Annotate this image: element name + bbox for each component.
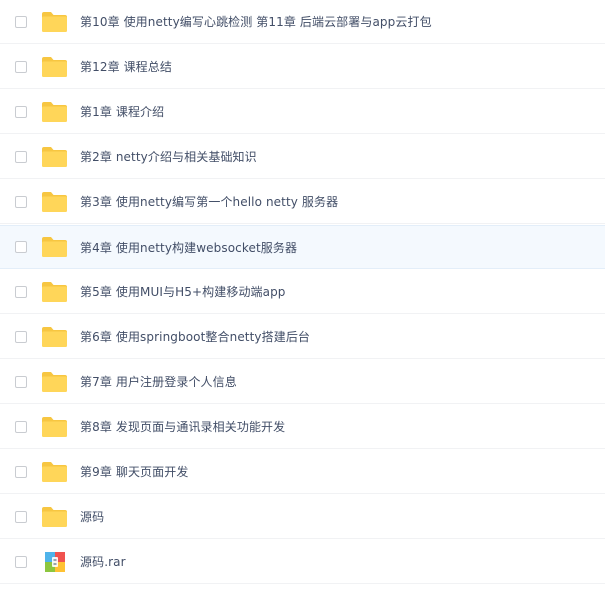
file-name-link[interactable]: 第8章 发现页面与通讯录相关功能开发 [80, 418, 285, 435]
file-name-link[interactable]: 源码.rar [80, 553, 126, 570]
file-name-link[interactable]: 第2章 netty介绍与相关基础知识 [80, 148, 257, 165]
file-row[interactable]: 第12章 课程总结 [0, 45, 605, 89]
folder-icon[interactable] [41, 461, 68, 483]
row-checkbox[interactable] [15, 105, 27, 118]
row-checkbox[interactable] [15, 375, 27, 388]
row-checkbox[interactable] [15, 420, 27, 433]
file-row[interactable]: 第3章 使用netty编写第一个hello netty 服务器 [0, 180, 605, 224]
row-checkbox[interactable] [15, 330, 27, 343]
folder-icon[interactable] [41, 416, 68, 438]
file-name-link[interactable]: 源码 [80, 508, 104, 525]
row-checkbox[interactable] [15, 60, 27, 73]
row-checkbox[interactable] [15, 465, 27, 478]
file-row[interactable]: 第10章 使用netty编写心跳检测 第11章 后端云部署与app云打包 [0, 0, 605, 44]
file-row[interactable]: 源码.rar [0, 540, 605, 584]
row-checkbox[interactable] [15, 150, 27, 163]
file-list: 第10章 使用netty编写心跳检测 第11章 后端云部署与app云打包 第12章… [0, 0, 605, 593]
file-name-link[interactable]: 第4章 使用netty构建websocket服务器 [80, 239, 297, 256]
file-row[interactable]: 源码 [0, 495, 605, 539]
file-row[interactable]: 第5章 使用MUI与H5+构建移动端app [0, 270, 605, 314]
row-checkbox[interactable] [15, 285, 27, 298]
folder-icon[interactable] [41, 326, 68, 348]
folder-icon[interactable] [41, 236, 68, 258]
file-name-link[interactable]: 第6章 使用springboot整合netty搭建后台 [80, 328, 310, 345]
file-name-link[interactable]: 第12章 课程总结 [80, 58, 172, 75]
file-name-link[interactable]: 第5章 使用MUI与H5+构建移动端app [80, 283, 286, 300]
row-checkbox[interactable] [15, 510, 27, 523]
file-row[interactable]: 第4章 使用netty构建websocket服务器 [0, 225, 605, 269]
folder-icon[interactable] [41, 191, 68, 213]
file-name-link[interactable]: 第7章 用户注册登录个人信息 [80, 373, 237, 390]
row-checkbox[interactable] [15, 241, 27, 253]
folder-icon[interactable] [41, 506, 68, 528]
folder-icon[interactable] [41, 11, 68, 33]
file-row[interactable]: 第1章 课程介绍 [0, 90, 605, 134]
row-checkbox[interactable] [15, 15, 27, 28]
folder-icon[interactable] [41, 281, 68, 303]
folder-icon[interactable] [41, 101, 68, 123]
folder-icon[interactable] [41, 371, 68, 393]
file-row[interactable]: 第9章 聊天页面开发 [0, 450, 605, 494]
row-checkbox[interactable] [15, 195, 27, 208]
file-name-link[interactable]: 第9章 聊天页面开发 [80, 463, 188, 480]
file-row[interactable]: 第2章 netty介绍与相关基础知识 [0, 135, 605, 179]
folder-icon[interactable] [41, 56, 68, 78]
file-name-link[interactable]: 第10章 使用netty编写心跳检测 第11章 后端云部署与app云打包 [80, 13, 432, 30]
file-row[interactable]: 第8章 发现页面与通讯录相关功能开发 [0, 405, 605, 449]
folder-icon[interactable] [41, 146, 68, 168]
file-name-link[interactable]: 第3章 使用netty编写第一个hello netty 服务器 [80, 193, 338, 210]
archive-icon[interactable] [41, 551, 68, 573]
file-row[interactable]: 第6章 使用springboot整合netty搭建后台 [0, 315, 605, 359]
file-row[interactable]: 第7章 用户注册登录个人信息 [0, 360, 605, 404]
file-name-link[interactable]: 第1章 课程介绍 [80, 103, 164, 120]
row-checkbox[interactable] [15, 555, 27, 568]
